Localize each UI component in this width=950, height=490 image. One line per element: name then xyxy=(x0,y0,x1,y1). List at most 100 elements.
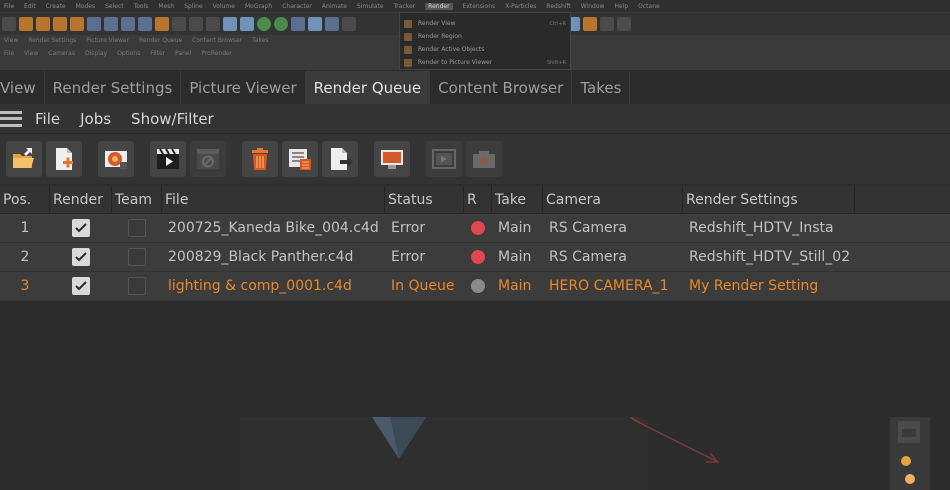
menu-window[interactable]: Window xyxy=(581,3,605,10)
menu-mograph[interactable]: MoGraph xyxy=(245,3,272,10)
dropdown-item-render-to-picture-viewer[interactable]: Render to Picture Viewer Shift+R xyxy=(404,56,566,69)
dropdown-item-render-active-objects[interactable]: Render Active Objects xyxy=(404,43,566,56)
render-settings-small-icon[interactable] xyxy=(206,17,220,31)
render-view-button[interactable] xyxy=(374,141,410,177)
menu-item-show-filter[interactable]: Show/Filter xyxy=(131,110,214,128)
menu-file[interactable]: File xyxy=(4,3,14,10)
submenu-render-queue[interactable]: Render Queue xyxy=(139,37,182,48)
field-icon[interactable] xyxy=(291,17,305,31)
camera-button[interactable] xyxy=(466,141,502,177)
picture-viewer-button[interactable] xyxy=(426,141,462,177)
menu-modes[interactable]: Modes xyxy=(76,3,95,10)
x-axis-icon[interactable] xyxy=(87,17,101,31)
render-checkbox[interactable] xyxy=(72,219,90,237)
light-bulb-icon[interactable] xyxy=(617,17,631,31)
vp-menu-cameras[interactable]: Cameras xyxy=(48,50,75,60)
menu-x-particles[interactable]: X-Particles xyxy=(505,3,536,10)
render-settings-button[interactable] xyxy=(98,141,134,177)
open-button[interactable] xyxy=(6,141,42,177)
col-render-settings[interactable]: Render Settings xyxy=(683,186,855,213)
menu-tracker[interactable]: Tracker xyxy=(394,3,416,10)
menu-create[interactable]: Create xyxy=(46,3,66,10)
queue-list-button[interactable] xyxy=(282,141,318,177)
menu-edit[interactable]: Edit xyxy=(24,3,36,10)
col-file[interactable]: File xyxy=(162,186,385,213)
menu-mesh[interactable]: Mesh xyxy=(158,3,174,10)
new-job-button[interactable] xyxy=(46,141,82,177)
col-camera[interactable]: Camera xyxy=(543,186,683,213)
coord-system-icon[interactable] xyxy=(138,17,152,31)
team-checkbox[interactable] xyxy=(128,248,146,266)
col-status[interactable]: Status xyxy=(385,186,464,213)
col-r[interactable]: R xyxy=(464,186,492,213)
menu-volume[interactable]: Volume xyxy=(213,3,235,10)
table-row[interactable]: 2 200829_Black Panther.c4d Error Main RS… xyxy=(0,243,950,272)
start-render-button[interactable] xyxy=(150,141,186,177)
team-checkbox[interactable] xyxy=(128,219,146,237)
move-tool-icon[interactable] xyxy=(19,17,33,31)
tab-render-settings[interactable]: Render Settings xyxy=(45,71,182,104)
cube-icon[interactable] xyxy=(223,17,237,31)
menu-select[interactable]: Select xyxy=(105,3,124,10)
tab-render-queue[interactable]: Render Queue xyxy=(305,71,431,104)
menu-animate[interactable]: Animate xyxy=(322,3,347,10)
clapper-icon[interactable] xyxy=(172,17,186,31)
scene-icon[interactable] xyxy=(308,17,322,31)
delete-job-button[interactable] xyxy=(242,141,278,177)
hamburger-menu-icon[interactable] xyxy=(0,110,22,127)
clapper-alt-icon[interactable] xyxy=(189,17,203,31)
col-render[interactable]: Render xyxy=(50,186,112,213)
render-checkbox[interactable] xyxy=(72,277,90,295)
menu-render[interactable]: Render xyxy=(425,2,453,10)
deformer-icon[interactable] xyxy=(274,17,288,31)
submenu-render-settings[interactable]: Render Settings xyxy=(28,37,76,48)
vp-menu-file[interactable]: File xyxy=(4,50,14,60)
vp-menu-filter[interactable]: Filter xyxy=(150,50,165,60)
submenu-picture-viewer[interactable]: Picture Viewer xyxy=(86,37,129,48)
tab-content-browser[interactable]: Content Browser xyxy=(430,71,573,104)
menu-help[interactable]: Help xyxy=(614,3,628,10)
col-take[interactable]: Take xyxy=(492,186,543,213)
vp-menu-prorender[interactable]: ProRender xyxy=(201,50,232,60)
generator-icon[interactable] xyxy=(257,17,271,31)
menu-character[interactable]: Character xyxy=(282,3,312,10)
undo-icon[interactable] xyxy=(2,17,16,31)
dropdown-item-render-region[interactable]: Render Region xyxy=(404,30,566,43)
octane-icon[interactable] xyxy=(583,17,597,31)
menu-octane[interactable]: Octane xyxy=(638,3,660,10)
submenu-view[interactable]: View xyxy=(4,37,18,48)
vp-menu-view[interactable]: View xyxy=(24,50,38,60)
y-axis-icon[interactable] xyxy=(104,17,118,31)
menu-simulate[interactable]: Simulate xyxy=(357,3,384,10)
menu-tools[interactable]: Tools xyxy=(134,3,149,10)
submenu-takes[interactable]: Takes xyxy=(252,37,268,48)
vp-menu-options[interactable]: Options xyxy=(117,50,140,60)
vp-menu-display[interactable]: Display xyxy=(85,50,107,60)
render-checkbox[interactable] xyxy=(72,248,90,266)
light-icon[interactable] xyxy=(342,17,356,31)
table-row[interactable]: 3 lighting & comp_0001.c4d In Queue Main… xyxy=(0,272,950,301)
tab-view[interactable]: View xyxy=(0,71,45,104)
render-active-icon[interactable] xyxy=(155,17,169,31)
submenu-content-browser[interactable]: Content Browser xyxy=(192,37,242,48)
tab-picture-viewer[interactable]: Picture Viewer xyxy=(181,71,306,104)
col-pos[interactable]: Pos. xyxy=(0,186,50,213)
dropdown-item-render-view[interactable]: Render View Ctrl+R xyxy=(404,17,566,30)
menu-spline[interactable]: Spline xyxy=(184,3,202,10)
menu-item-jobs[interactable]: Jobs xyxy=(80,110,111,128)
menu-extensions[interactable]: Extensions xyxy=(463,3,496,10)
scale-tool-icon[interactable] xyxy=(36,17,50,31)
tab-takes[interactable]: Takes xyxy=(572,71,631,104)
vp-menu-panel[interactable]: Panel xyxy=(175,50,191,60)
layout-icon[interactable] xyxy=(600,17,614,31)
team-checkbox[interactable] xyxy=(128,277,146,295)
stop-render-button[interactable] xyxy=(190,141,226,177)
rotate-tool-icon[interactable] xyxy=(53,17,67,31)
menu-redshift[interactable]: Redshift xyxy=(546,3,570,10)
table-row[interactable]: 1 200725_Kaneda Bike_004.c4d Error Main … xyxy=(0,214,950,243)
camera-small-icon[interactable] xyxy=(325,17,339,31)
export-button[interactable] xyxy=(322,141,358,177)
select-tool-icon[interactable] xyxy=(70,17,84,31)
col-team[interactable]: Team xyxy=(112,186,162,213)
pen-icon[interactable] xyxy=(240,17,254,31)
